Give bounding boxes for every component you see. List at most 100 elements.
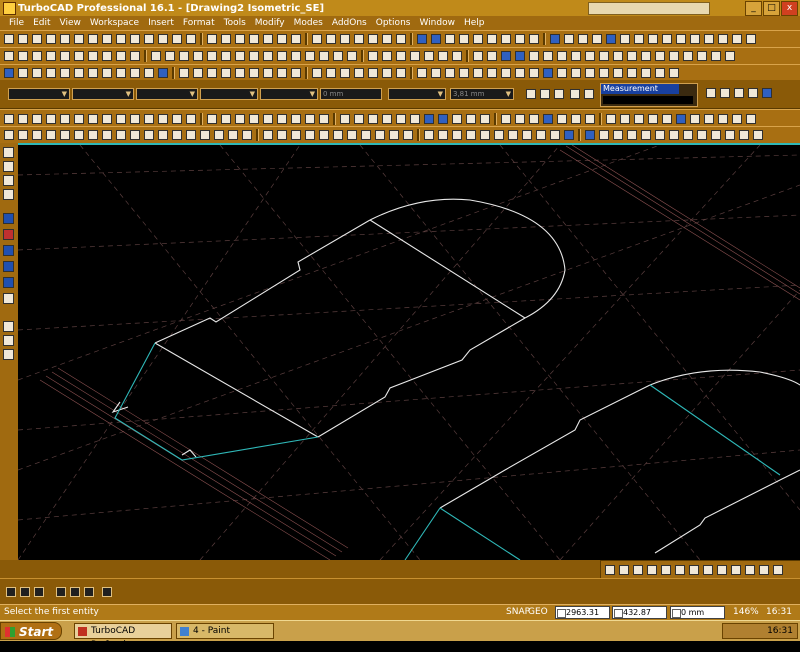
toolbar-button-icon[interactable] xyxy=(508,130,518,140)
toolbar-button-icon[interactable] xyxy=(410,113,420,124)
toolbar-button-icon[interactable] xyxy=(746,34,756,44)
toolbar-button-icon[interactable] xyxy=(116,34,126,44)
toolbar-button-icon[interactable] xyxy=(130,51,140,61)
toolbar-button-icon[interactable] xyxy=(578,34,588,44)
toolbar-button-icon[interactable] xyxy=(88,130,98,140)
toolbar-button-icon[interactable] xyxy=(410,51,420,61)
toolbar-button-icon[interactable] xyxy=(641,130,651,140)
toolbar-button-icon[interactable] xyxy=(305,51,315,61)
toolbar-button-icon[interactable] xyxy=(361,130,371,140)
toolbar-button-icon[interactable] xyxy=(459,67,469,78)
toolbar-button-icon[interactable] xyxy=(424,51,434,61)
toolbar-button-icon[interactable] xyxy=(144,34,154,44)
toolbar-button-icon[interactable] xyxy=(620,34,630,44)
toolbar-button-icon[interactable] xyxy=(46,51,56,61)
toolbar-button-icon[interactable] xyxy=(473,34,483,44)
toolbar-button-icon[interactable] xyxy=(326,34,336,44)
toolbar-button-icon[interactable] xyxy=(88,34,98,44)
toolbar-button-icon[interactable] xyxy=(515,113,525,124)
toolbar-button-icon[interactable] xyxy=(46,67,56,78)
start-button[interactable]: Start xyxy=(0,622,62,640)
red-tool-icon[interactable] xyxy=(3,229,14,240)
text-height-field[interactable]: 3,81 mm ▼ xyxy=(450,88,514,100)
toolbar-button-icon[interactable] xyxy=(697,51,707,61)
close-icon[interactable] xyxy=(20,587,30,597)
toolbar-button-icon[interactable] xyxy=(319,113,329,124)
task-paint[interactable]: 4 - Paint xyxy=(176,623,274,639)
toolbar-button-icon[interactable] xyxy=(18,113,28,124)
snap-mode-icon[interactable] xyxy=(703,564,713,575)
toolbar-button-icon[interactable] xyxy=(732,34,742,44)
toolbar-button-icon[interactable] xyxy=(102,34,112,44)
view-icon[interactable] xyxy=(734,88,744,98)
toolbar-button-icon[interactable] xyxy=(4,67,14,78)
toolbar-button-icon[interactable] xyxy=(186,130,196,140)
toolbar-button-icon[interactable] xyxy=(487,34,497,44)
toolbar-button-icon[interactable] xyxy=(487,67,497,78)
toolbar-button-icon[interactable] xyxy=(60,34,70,44)
toolbar-button-icon[interactable] xyxy=(424,113,434,124)
toolbar-button-icon[interactable] xyxy=(130,130,140,140)
toolbar-button-icon[interactable] xyxy=(277,34,287,44)
toolbar-button-icon[interactable] xyxy=(263,67,273,78)
toolbar-button-icon[interactable] xyxy=(151,51,161,61)
toolbar-button-icon[interactable] xyxy=(4,113,14,124)
toolbar-button-icon[interactable] xyxy=(389,130,399,140)
toolbar-button-icon[interactable] xyxy=(431,34,441,44)
toolbar-button-icon[interactable] xyxy=(235,34,245,44)
toolbar-button-icon[interactable] xyxy=(340,34,350,44)
toolbar-button-icon[interactable] xyxy=(186,113,196,124)
toolbar-button-icon[interactable] xyxy=(592,34,602,44)
coord-z-field[interactable]: 0 mm xyxy=(670,606,725,619)
toolbar-button-icon[interactable] xyxy=(158,34,168,44)
toolbar-button-icon[interactable] xyxy=(417,34,427,44)
toolbar-button-icon[interactable] xyxy=(718,34,728,44)
line-scale-combo[interactable]: ▼ xyxy=(260,88,318,100)
toolbar-button-icon[interactable] xyxy=(438,130,448,140)
toolbar-button-icon[interactable] xyxy=(102,113,112,124)
toolbar-button-icon[interactable] xyxy=(711,51,721,61)
toolbar-button-icon[interactable] xyxy=(438,113,448,124)
toolbar-button-icon[interactable] xyxy=(305,113,315,124)
toolbar-button-icon[interactable] xyxy=(18,51,28,61)
menu-insert[interactable]: Insert xyxy=(148,18,174,28)
toolbar-button-icon[interactable] xyxy=(704,113,714,124)
menu-tools[interactable]: Tools xyxy=(224,18,246,28)
toolbar-button-icon[interactable] xyxy=(4,34,14,44)
toolbar-button-icon[interactable] xyxy=(88,113,98,124)
toolbar-button-icon[interactable] xyxy=(60,67,70,78)
toolbar-button-icon[interactable] xyxy=(74,113,84,124)
turbocad-icon[interactable] xyxy=(3,2,16,15)
toolbar-button-icon[interactable] xyxy=(305,130,315,140)
toolbar-button-icon[interactable] xyxy=(263,34,273,44)
toolbar-button-icon[interactable] xyxy=(249,34,259,44)
toolbar-button-icon[interactable] xyxy=(515,34,525,44)
toolbar-button-icon[interactable] xyxy=(529,34,539,44)
toolbar-button-icon[interactable] xyxy=(18,34,28,44)
toolbar-button-icon[interactable] xyxy=(277,51,287,61)
toolbar-button-icon[interactable] xyxy=(165,51,175,61)
toolbar-button-icon[interactable] xyxy=(116,130,126,140)
toolbar-button-icon[interactable] xyxy=(130,67,140,78)
snap-mode-icon[interactable] xyxy=(773,564,783,575)
toolbar-button-icon[interactable] xyxy=(375,130,385,140)
toolbar-button-icon[interactable] xyxy=(585,113,595,124)
snap-toggle[interactable]: SNAP xyxy=(506,607,530,617)
color-combo[interactable]: ▼ xyxy=(72,88,134,100)
toolbar-button-icon[interactable] xyxy=(263,130,273,140)
toolbar-button-icon[interactable] xyxy=(368,34,378,44)
menu-modify[interactable]: Modify xyxy=(255,18,285,28)
toolbar-button-icon[interactable] xyxy=(291,51,301,61)
toolbar-button-icon[interactable] xyxy=(32,34,42,44)
toolbar-button-icon[interactable] xyxy=(312,34,322,44)
toolbar-button-icon[interactable] xyxy=(46,130,56,140)
snap-mode-icon[interactable] xyxy=(759,564,769,575)
toolbar-button-icon[interactable] xyxy=(32,67,42,78)
menu-format[interactable]: Format xyxy=(183,18,215,28)
grid-icon[interactable] xyxy=(34,587,44,597)
toolbar-button-icon[interactable] xyxy=(431,67,441,78)
menu-modes[interactable]: Modes xyxy=(294,18,323,28)
toolbar-button-icon[interactable] xyxy=(564,34,574,44)
toolbar-button-icon[interactable] xyxy=(627,67,637,78)
toolbar-button-icon[interactable] xyxy=(648,34,658,44)
